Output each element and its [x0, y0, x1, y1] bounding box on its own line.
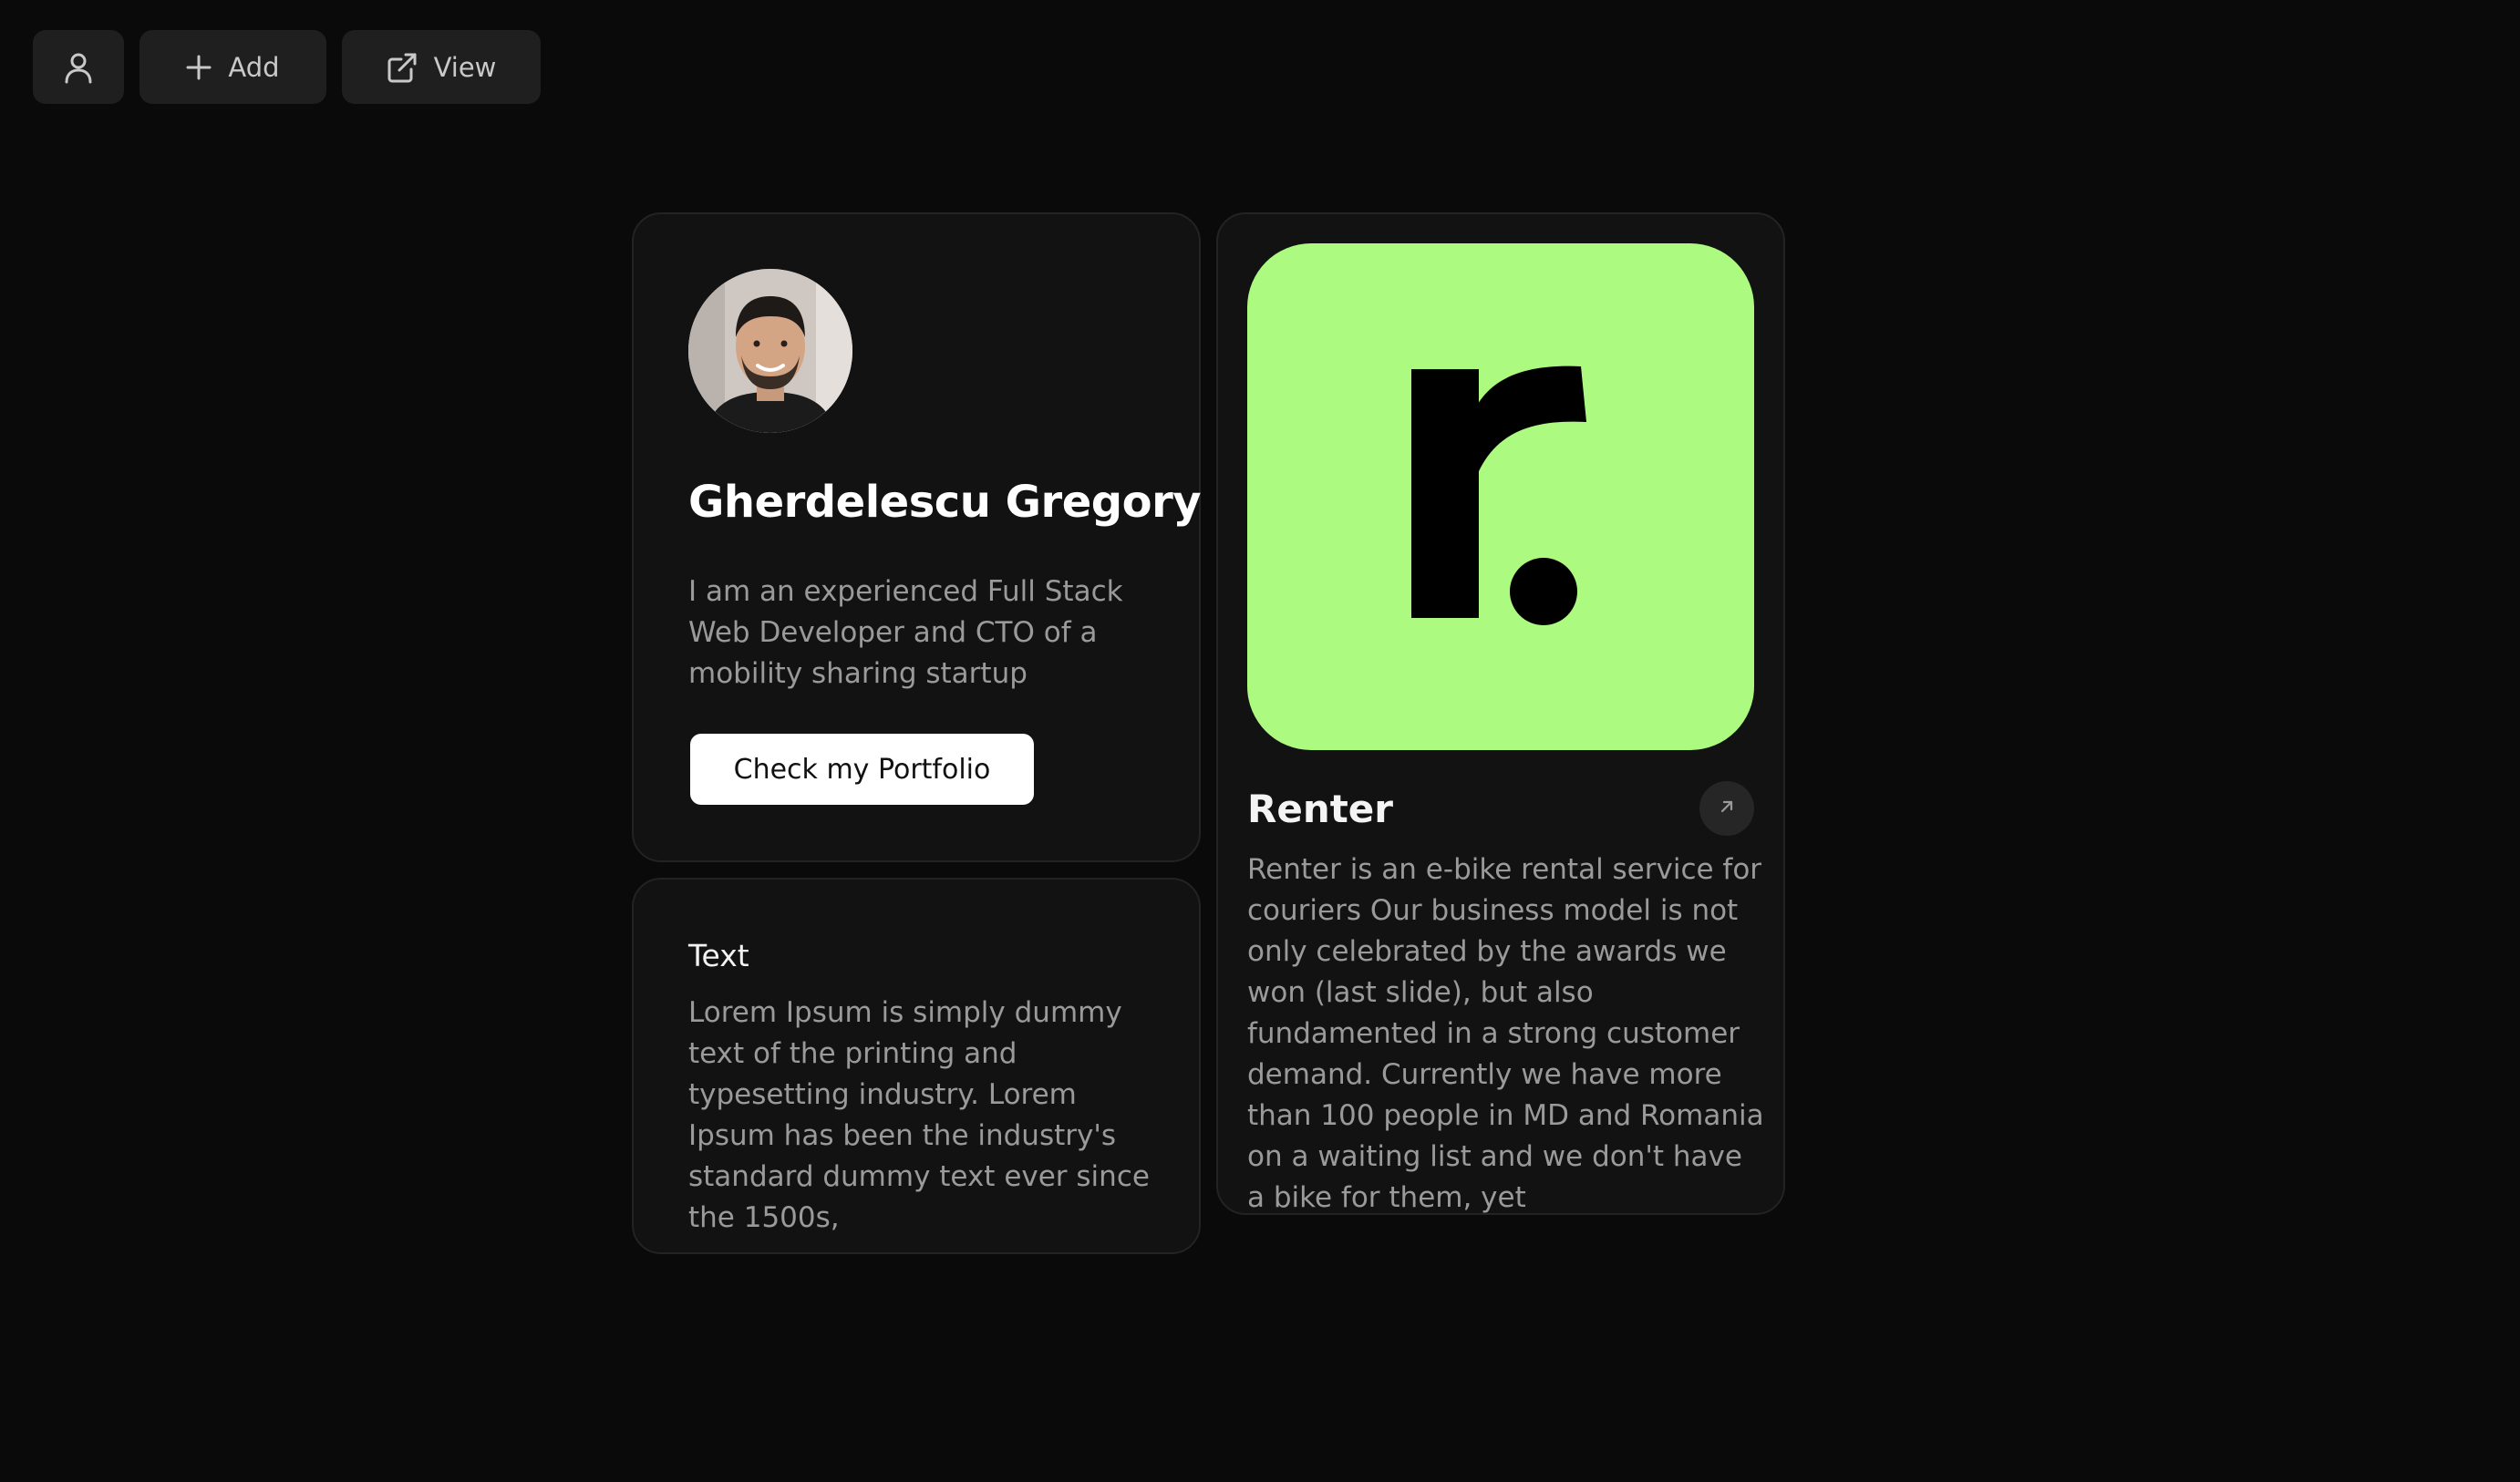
avatar	[688, 269, 852, 433]
view-button[interactable]: View	[342, 30, 541, 104]
project-card[interactable]: Renter Renter is an e-bike rental servic…	[1216, 212, 1785, 1215]
text-card: Text Lorem Ipsum is simply dummy text of…	[632, 878, 1201, 1254]
top-toolbar: Add View	[33, 30, 541, 104]
profile-button[interactable]	[33, 30, 124, 104]
text-card-body: Lorem Ipsum is simply dummy text of the …	[688, 996, 1150, 1234]
profile-name: Gherdelescu Gregory	[688, 477, 1202, 528]
add-button[interactable]: Add	[139, 30, 326, 104]
check-portfolio-button[interactable]: Check my Portfolio	[690, 734, 1034, 805]
external-link-icon	[387, 52, 418, 83]
profile-bio: I am an experienced Full Stack Web Devel…	[688, 575, 1123, 690]
arrow-up-right-icon	[1718, 798, 1736, 819]
plus-icon	[186, 55, 212, 80]
add-button-label: Add	[228, 51, 280, 83]
project-open-button[interactable]	[1699, 781, 1754, 836]
text-card-title: Text	[688, 938, 749, 973]
project-logo	[1247, 243, 1754, 750]
project-description: Renter is an e-bike rental service for c…	[1247, 853, 1764, 1214]
profile-card: Gherdelescu Gregory I am an experienced …	[632, 212, 1202, 862]
user-icon	[63, 51, 94, 84]
project-title: Renter	[1247, 787, 1394, 831]
view-button-label: View	[433, 51, 497, 83]
